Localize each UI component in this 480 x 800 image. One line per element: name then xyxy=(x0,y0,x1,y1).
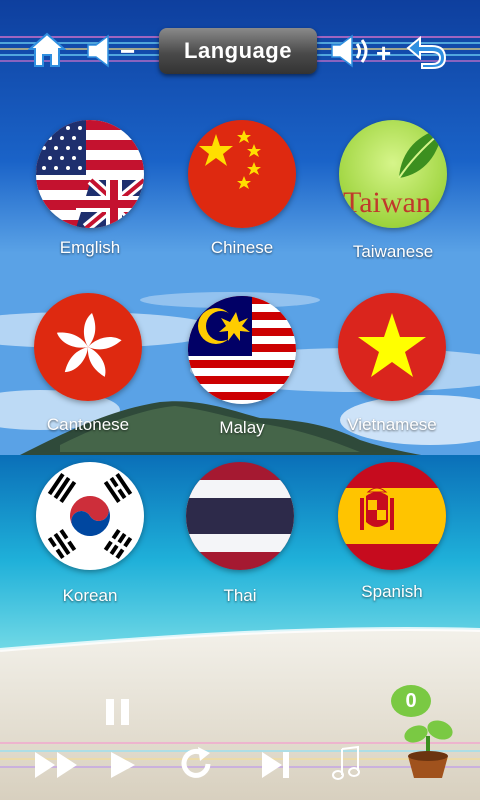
language-label: Vietnamese xyxy=(347,415,437,434)
language-label: Cantonese xyxy=(46,415,130,434)
volume-down-icon[interactable] xyxy=(86,34,116,68)
language-cantonese[interactable]: Cantonese xyxy=(13,293,163,435)
us-uk-flag-icon xyxy=(36,120,144,228)
language-chinese[interactable]: Chinese xyxy=(167,120,317,258)
music-note-icon[interactable] xyxy=(330,745,364,781)
taiwan-flag-text: Taiwan xyxy=(343,186,431,219)
repeat-icon[interactable] xyxy=(178,747,214,781)
language-korean[interactable]: Korean xyxy=(15,462,165,606)
language-thai[interactable]: Thai xyxy=(165,462,315,606)
sprout-pot-icon[interactable] xyxy=(400,716,456,782)
page-title: Language xyxy=(159,28,317,74)
korea-flag-icon xyxy=(36,462,144,570)
language-taiwanese[interactable]: Taiwan Taiwanese xyxy=(318,120,468,262)
score-badge: 0 xyxy=(391,685,431,717)
volume-up-sign: + xyxy=(376,38,392,68)
malaysia-flag-icon xyxy=(188,296,296,404)
language-label: Emglish xyxy=(59,238,121,257)
vietnam-flag-icon xyxy=(338,293,446,401)
spain-flag-icon xyxy=(338,462,446,570)
language-label: Spanish xyxy=(361,582,423,601)
back-arrow-icon[interactable] xyxy=(404,34,448,70)
language-label: Taiwanese xyxy=(352,242,434,261)
thailand-flag-icon xyxy=(186,462,294,570)
language-label: Thai xyxy=(223,586,257,605)
taiwan-leaf-flag-icon: Taiwan xyxy=(339,120,447,228)
language-malay[interactable]: Malay xyxy=(167,296,317,438)
china-flag-icon xyxy=(188,120,296,228)
language-label: Malay xyxy=(219,418,265,437)
hong-kong-flag-icon xyxy=(34,293,142,401)
language-label: Chinese xyxy=(210,238,274,257)
volume-up-icon[interactable] xyxy=(330,33,372,69)
language-spanish[interactable]: Spanish xyxy=(317,462,467,602)
home-icon[interactable] xyxy=(28,32,66,68)
top-bar: − Language + xyxy=(0,0,480,100)
volume-down-sign: − xyxy=(120,36,136,66)
pause-icon[interactable] xyxy=(104,697,132,727)
fast-forward-icon[interactable] xyxy=(33,750,81,780)
play-icon[interactable] xyxy=(108,750,138,780)
language-label: Korean xyxy=(62,586,118,605)
language-english[interactable]: Emglish xyxy=(15,120,165,258)
language-vietnamese[interactable]: Vietnamese xyxy=(317,293,467,435)
skip-to-end-icon[interactable] xyxy=(260,750,292,780)
